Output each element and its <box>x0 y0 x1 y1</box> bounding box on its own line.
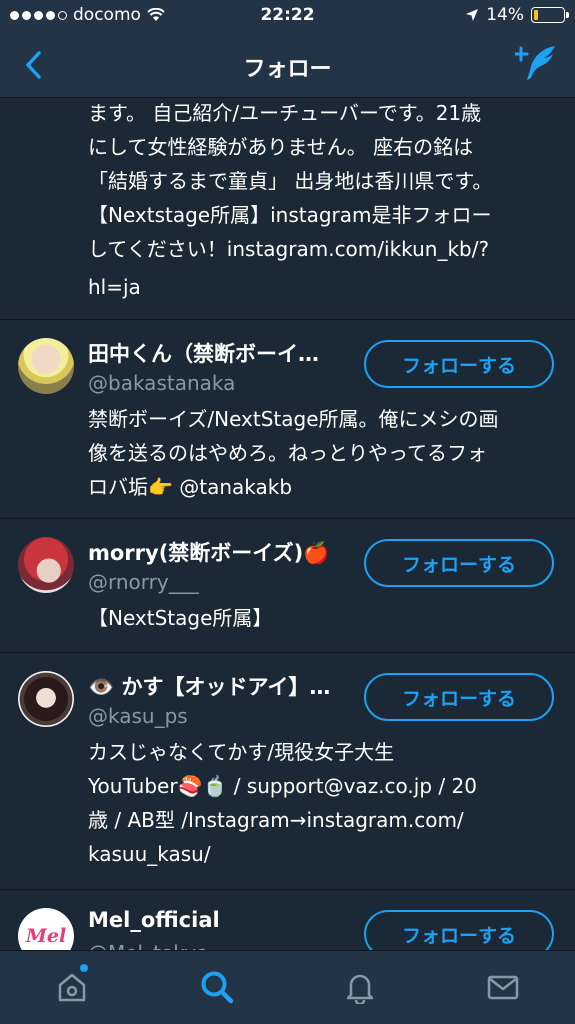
battery-level <box>534 10 538 20</box>
user-bio: 【NextStage所属】 <box>88 601 558 635</box>
follow-button[interactable]: フォローする <box>364 673 554 721</box>
bio-line: 【Nextstage所属】instagram是非フォロー <box>88 203 492 227</box>
following-list[interactable]: ます。 自己紹介/ユーチューバーです。21歳 にして女性経験がありません。 座右… <box>0 98 575 950</box>
bio-line: ロバ垢👉 @tanakakb <box>88 475 293 499</box>
bio-line: にして女性経験がありません。 座右の銘は <box>88 135 474 159</box>
user-handle: @Mel_tokyo <box>88 941 208 950</box>
bio-line: してください！instagram.com/ikkun_kb/? <box>88 237 490 261</box>
user-name[interactable]: morry(禁断ボーイズ)🍎 <box>88 537 329 567</box>
new-content-dot <box>80 964 88 972</box>
compose-tweet-button[interactable] <box>513 44 559 84</box>
list-item[interactable]: Mel Mel_official @Mel_tokyo フォローする <box>0 890 575 950</box>
avatar[interactable] <box>18 671 74 727</box>
user-name[interactable]: 田中くん（禁断ボーイ… <box>88 338 319 368</box>
avatar[interactable] <box>18 338 74 394</box>
user-name[interactable]: Mel_official <box>88 908 220 932</box>
user-handle: @bakastanaka <box>88 371 236 395</box>
user-bio: カスじゃなくてかす/現役女子大生 YouTuber🍣🍵 / support@va… <box>88 735 558 871</box>
list-item[interactable]: morry(禁断ボーイズ)🍎 @rnorry___ フォローする 【NextSt… <box>0 519 575 653</box>
follow-button[interactable]: フォローする <box>364 910 554 950</box>
status-bar: docomo 22:22 14% <box>0 0 575 32</box>
bio-line: 禁断ボーイズ/NextStage所属。俺にメシの画 <box>88 407 499 431</box>
avatar-logo-text: Mel <box>25 925 67 947</box>
bio-line: カスじゃなくてかす/現役女子大生 <box>88 740 395 764</box>
avatar[interactable] <box>18 537 74 593</box>
user-bio: ます。 自己紹介/ユーチューバーです。21歳 にして女性経験がありません。 座右… <box>88 98 558 304</box>
home-icon <box>58 973 86 1002</box>
user-handle: @kasu_ps <box>88 704 188 728</box>
list-item[interactable]: ます。 自己紹介/ユーチューバーです。21歳 にして女性経験がありません。 座右… <box>0 98 575 320</box>
user-name[interactable]: 👁️ かす【オッドアイ】… <box>88 671 330 701</box>
bio-line: 「結婚するまで童貞」 出身地は香川県です。 <box>88 169 493 193</box>
compose-feather-icon <box>513 46 555 80</box>
follow-button[interactable]: フォローする <box>364 539 554 587</box>
bio-line: ます。 自己紹介/ユーチューバーです。21歳 <box>88 101 482 125</box>
bio-line: kasuu_kasu/ <box>88 842 211 866</box>
search-icon <box>201 971 234 1004</box>
avatar[interactable]: Mel <box>18 908 74 950</box>
user-bio: 禁断ボーイズ/NextStage所属。俺にメシの画 像を送るのはやめろ。ねっとり… <box>88 402 558 504</box>
tab-bar <box>0 950 575 1024</box>
location-arrow-icon <box>466 9 479 21</box>
bio-line: YouTuber🍣🍵 / support@vaz.co.jp / 20 <box>88 774 477 798</box>
tab-search[interactable] <box>197 967 237 1007</box>
list-item[interactable]: 田中くん（禁断ボーイ… @bakastanaka フォローする 禁断ボーイズ/N… <box>0 320 575 519</box>
nav-bar: フォロー <box>0 32 575 98</box>
follow-button[interactable]: フォローする <box>364 340 554 388</box>
mail-icon <box>487 975 519 1000</box>
list-item[interactable]: 👁️ かす【オッドアイ】… @kasu_ps フォローする カスじゃなくてかす/… <box>0 653 575 890</box>
battery-percent: 14% <box>486 5 524 25</box>
battery-icon <box>531 7 569 23</box>
tab-messages[interactable] <box>483 967 523 1007</box>
page-title: フォロー <box>243 57 332 82</box>
tab-notifications[interactable] <box>340 967 380 1007</box>
tab-home[interactable] <box>52 967 92 1007</box>
user-handle: @rnorry___ <box>88 570 199 594</box>
status-right: 14% <box>465 5 569 25</box>
bio-line: 【NextStage所属】 <box>88 606 273 630</box>
bio-line: 歳 / AB型 /Instagram→instagram.com/ <box>88 808 464 832</box>
bio-line: 像を送るのはやめろ。ねっとりやってるフォ <box>88 441 487 465</box>
bio-line: hl=ja <box>88 275 141 299</box>
bell-icon <box>346 974 374 1004</box>
